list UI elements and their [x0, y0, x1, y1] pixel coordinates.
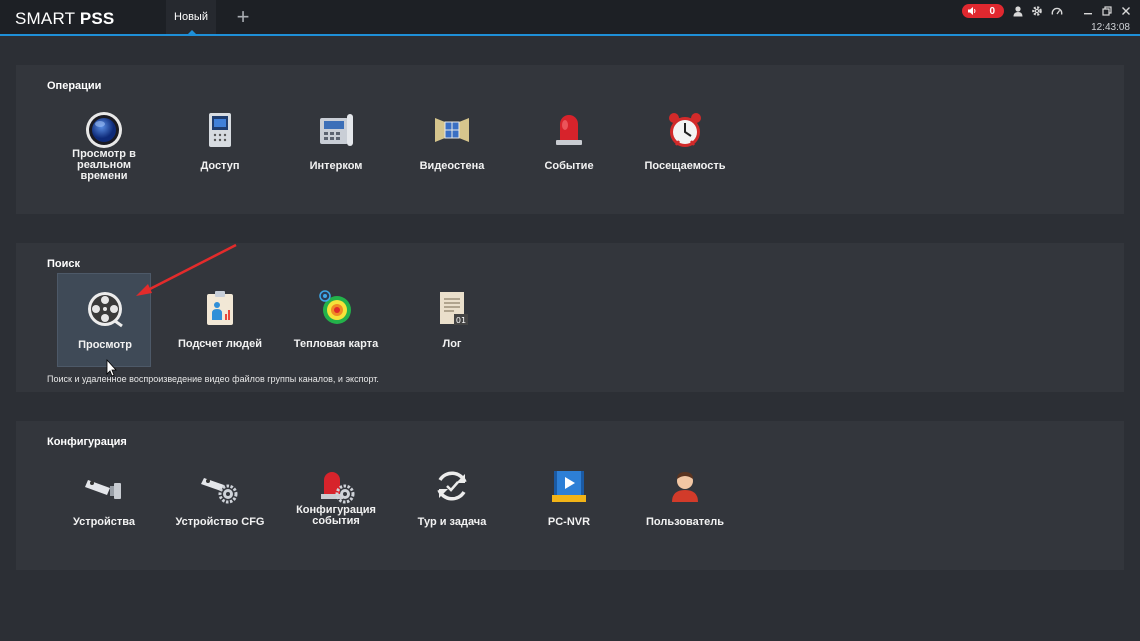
mouse-cursor-icon: [106, 358, 117, 377]
red-arrow-annotation: [136, 243, 237, 296]
annotation-overlay: [106, 243, 237, 377]
